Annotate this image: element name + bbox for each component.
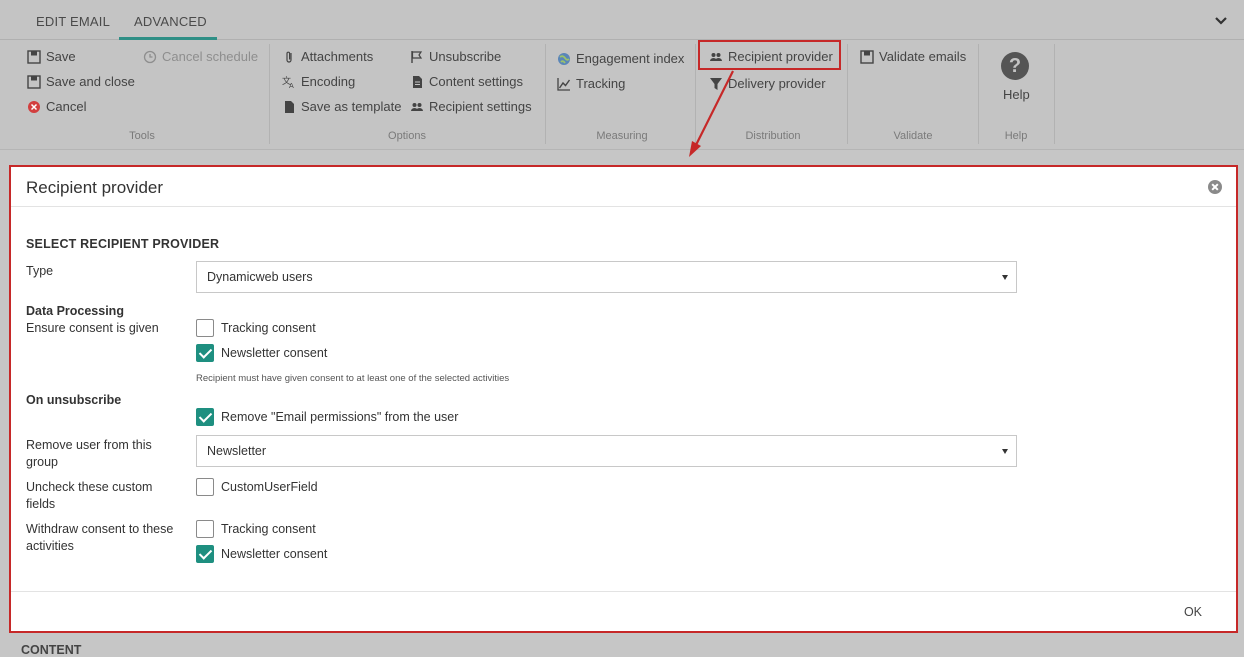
type-label: Type	[26, 264, 54, 278]
group-separator	[269, 44, 270, 144]
cancel-schedule-button[interactable]: Cancel schedule	[143, 49, 258, 64]
cancel-circle-icon	[28, 100, 40, 113]
encoding-label: Encoding	[301, 74, 356, 89]
save-and-close-button[interactable]: Save and close	[27, 74, 135, 89]
newsletter-consent-checkbox[interactable]	[196, 344, 214, 362]
dialog-title: Recipient provider	[26, 178, 164, 197]
remove-group-value: Newsletter	[207, 444, 267, 458]
attachments-button[interactable]: Attachments	[282, 49, 373, 64]
ensure-consent-label: Ensure consent is given	[26, 321, 159, 335]
floppy-icon	[27, 74, 41, 89]
remove-group-label: Remove user from this group	[26, 438, 152, 469]
recipient-settings-label: Recipient settings	[429, 99, 532, 114]
on-unsubscribe-label: On unsubscribe	[26, 393, 122, 407]
cancel-button[interactable]: Cancel	[27, 99, 86, 114]
save-close-label: Save and close	[46, 74, 135, 89]
tracking-consent-checkbox[interactable]	[196, 319, 214, 337]
group-separator	[545, 44, 546, 144]
recipient-settings-button[interactable]: Recipient settings	[410, 99, 532, 114]
group-label-tools: Tools	[129, 130, 155, 142]
group-separator	[1054, 44, 1055, 144]
group-separator	[847, 44, 848, 144]
validate-emails-button[interactable]: Validate emails	[860, 49, 966, 64]
tab-advanced[interactable]: ADVANCED	[134, 14, 207, 29]
ok-button[interactable]: OK	[1184, 605, 1202, 619]
floppy-icon	[860, 49, 874, 64]
content-settings-button[interactable]: Content settings	[410, 74, 523, 89]
tracking-label: Tracking	[576, 76, 626, 91]
users-icon	[411, 102, 423, 111]
floppy-icon	[27, 49, 41, 64]
content-settings-label: Content settings	[429, 74, 523, 89]
engagement-label: Engagement index	[576, 51, 685, 66]
encoding-button[interactable]: 文A Encoding	[282, 74, 355, 89]
cancel-schedule-label: Cancel schedule	[162, 49, 259, 64]
cancel-label: Cancel	[46, 99, 87, 114]
save-button[interactable]: Save	[27, 49, 76, 64]
file-icon	[285, 100, 294, 113]
custom-user-field-checkbox[interactable]	[196, 478, 214, 496]
help-icon[interactable]: ?	[1001, 52, 1029, 80]
group-label-measuring: Measuring	[596, 130, 648, 142]
tracking-button[interactable]: Tracking	[557, 76, 625, 91]
annotation-arrow	[689, 70, 734, 157]
tab-bar: EDIT EMAIL ADVANCED	[0, 0, 1244, 40]
newsletter-consent-label: Newsletter consent	[221, 346, 328, 360]
unsubscribe-label: Unsubscribe	[429, 49, 502, 64]
paperclip-icon	[286, 51, 292, 63]
withdraw-tracking-label: Tracking consent	[221, 522, 316, 536]
recipient-provider-dialog: Recipient provider SELECT RECIPIENT PROV…	[9, 165, 1238, 633]
save-as-template-button[interactable]: Save as template	[282, 99, 401, 114]
engagement-index-button[interactable]: Engagement index	[557, 51, 684, 66]
tab-edit-email[interactable]: EDIT EMAIL	[36, 14, 110, 29]
remove-group-select[interactable]: Newsletter	[196, 435, 1017, 467]
withdraw-tracking-checkbox[interactable]	[196, 520, 214, 538]
group-label-validate: Validate	[893, 130, 933, 142]
content-section-label: CONTENT	[21, 643, 82, 657]
group-separator	[978, 44, 979, 144]
group-label-help: Help	[1004, 130, 1028, 142]
save-template-label: Save as template	[301, 99, 402, 114]
caret-down-icon	[1002, 449, 1008, 454]
data-processing-label: Data Processing	[26, 304, 124, 318]
caret-down-icon	[1002, 275, 1008, 280]
unsubscribe-button[interactable]: Unsubscribe	[410, 49, 501, 64]
line-chart-icon	[557, 77, 571, 91]
document-icon	[413, 75, 422, 88]
ribbon: Save Save and close Cancel Cancel schedu…	[0, 40, 1244, 150]
validate-emails-label: Validate emails	[879, 49, 967, 64]
clock-icon	[143, 50, 157, 63]
custom-user-field-label: CustomUserField	[221, 480, 318, 494]
withdraw-newsletter-checkbox[interactable]	[196, 545, 214, 563]
group-label-options: Options	[388, 130, 426, 142]
withdraw-consent-label: Withdraw consent to these activities	[26, 522, 174, 553]
chevron-down-icon[interactable]	[1214, 14, 1228, 28]
withdraw-newsletter-label: Newsletter consent	[221, 547, 328, 561]
flag-icon	[411, 50, 423, 63]
close-icon[interactable]	[1208, 180, 1222, 194]
attachments-label: Attachments	[301, 49, 374, 64]
section-title: SELECT RECIPIENT PROVIDER	[26, 237, 220, 251]
remove-permissions-checkbox[interactable]	[196, 408, 214, 426]
save-label: Save	[46, 49, 76, 64]
dialog-header: Recipient provider	[11, 167, 1236, 207]
consent-hint: Recipient must have given consent to at …	[196, 373, 510, 384]
svg-text:A: A	[289, 82, 294, 89]
type-select-value: Dynamicweb users	[207, 270, 313, 284]
remove-permissions-label: Remove "Email permissions" from the user	[221, 410, 459, 424]
globe-icon	[558, 52, 570, 65]
uncheck-fields-label: Uncheck these custom fields	[26, 480, 153, 511]
help-button-label[interactable]: Help	[1003, 87, 1030, 102]
translate-icon: 文A	[282, 75, 294, 89]
tracking-consent-label: Tracking consent	[221, 321, 316, 335]
dialog-footer: OK	[11, 591, 1236, 631]
type-select[interactable]: Dynamicweb users	[196, 261, 1017, 293]
